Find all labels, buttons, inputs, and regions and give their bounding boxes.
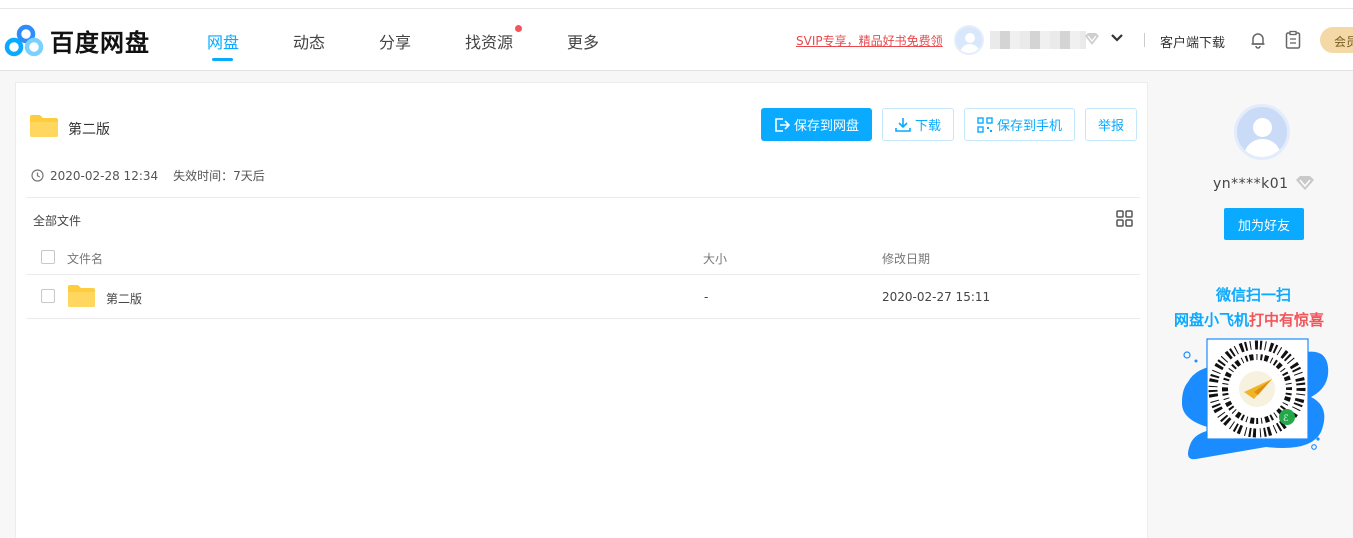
user-avatar[interactable] bbox=[954, 25, 984, 55]
save-icon bbox=[775, 117, 790, 132]
client-download-link[interactable]: 客户端下载 bbox=[1160, 32, 1225, 51]
share-meta: 2020-02-28 12:34 失效时间：7天后 bbox=[31, 167, 265, 184]
svg-text:ℰ: ℰ bbox=[1283, 414, 1289, 424]
vip-diamond-icon bbox=[1085, 33, 1099, 45]
wechat-promo-subtitle: 网盘小飞机打中有惊喜 bbox=[1174, 311, 1325, 329]
file-date: 2020-02-27 15:11 bbox=[882, 290, 991, 304]
mini-program-qr-code[interactable]: ℰ bbox=[1176, 337, 1336, 467]
chevron-down-icon[interactable] bbox=[1110, 33, 1124, 43]
report-button[interactable]: 举报 bbox=[1085, 108, 1137, 141]
nav-tab-find-resources[interactable]: 找资源 bbox=[465, 29, 513, 53]
share-created-time: 2020-02-28 12:34 bbox=[50, 168, 159, 183]
select-all-checkbox[interactable] bbox=[41, 250, 55, 264]
member-center-button[interactable]: 会员 bbox=[1320, 27, 1353, 53]
nav-tab-activity[interactable]: 动态 bbox=[293, 29, 325, 53]
active-tab-indicator bbox=[212, 58, 233, 61]
save-to-phone-button[interactable]: 保存到手机 bbox=[964, 108, 1075, 141]
add-friend-button[interactable]: 加为好友 bbox=[1224, 208, 1304, 240]
brand-name[interactable]: 百度网盘 bbox=[50, 23, 150, 58]
bell-icon[interactable] bbox=[1249, 31, 1267, 49]
clipboard-icon[interactable] bbox=[1284, 30, 1302, 50]
download-button[interactable]: 下载 bbox=[882, 108, 954, 141]
divider bbox=[26, 318, 1140, 319]
divider bbox=[26, 274, 1140, 275]
notification-dot bbox=[515, 25, 522, 32]
column-header-size[interactable]: 大小 bbox=[703, 250, 727, 267]
sharer-avatar[interactable] bbox=[1234, 104, 1290, 160]
file-name-link[interactable]: 第二版 bbox=[106, 290, 142, 307]
blurred-username[interactable] bbox=[990, 31, 1086, 49]
column-header-date[interactable]: 修改日期 bbox=[882, 250, 930, 267]
folder-icon bbox=[30, 115, 58, 137]
nav-tab-more[interactable]: 更多 bbox=[567, 29, 599, 53]
clock-icon bbox=[31, 169, 44, 182]
nav-tab-share[interactable]: 分享 bbox=[379, 29, 411, 53]
wechat-scan-title: 微信扫一扫 bbox=[1216, 286, 1292, 304]
share-panel: 第二版 保存到网盘 下载 保存到手机 举报 2020-02-28 12:34 失… bbox=[15, 82, 1148, 538]
qr-code-icon bbox=[977, 116, 993, 133]
share-expire-time: 失效时间：7天后 bbox=[173, 169, 265, 183]
share-title: 第二版 bbox=[68, 122, 110, 138]
nav-tab-netdisk[interactable]: 网盘 bbox=[207, 29, 239, 53]
svip-promo-link[interactable]: SVIP专享，精品好书免费领 bbox=[796, 32, 943, 49]
breadcrumb-all-files[interactable]: 全部文件 bbox=[33, 212, 81, 229]
divider bbox=[26, 197, 1140, 198]
sharer-username[interactable]: yn****k01 bbox=[1213, 176, 1289, 192]
vip-diamond-icon bbox=[1296, 176, 1314, 190]
row-checkbox[interactable] bbox=[41, 289, 55, 303]
baidu-netdisk-logo-icon[interactable] bbox=[4, 24, 44, 58]
grid-view-icon[interactable] bbox=[1116, 210, 1133, 227]
top-nav: 百度网盘 网盘 动态 分享 找资源 更多 SVIP专享，精品好书免费领 客户端下… bbox=[0, 9, 1353, 71]
save-to-netdisk-button[interactable]: 保存到网盘 bbox=[761, 108, 872, 141]
file-size: - bbox=[704, 290, 709, 304]
top-strip bbox=[0, 0, 1353, 9]
folder-icon bbox=[68, 285, 95, 307]
download-icon bbox=[895, 118, 911, 132]
column-header-name[interactable]: 文件名 bbox=[67, 250, 103, 267]
nav-separator bbox=[1144, 33, 1145, 47]
